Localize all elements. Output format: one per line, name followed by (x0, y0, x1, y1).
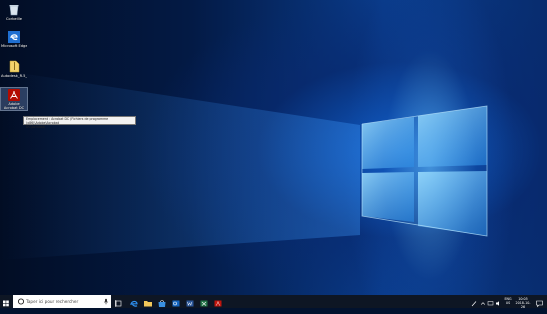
excel-icon (200, 300, 208, 307)
word-icon (186, 300, 194, 307)
tray-network[interactable] (487, 295, 494, 308)
microphone-icon[interactable] (103, 295, 109, 308)
taskbar-word[interactable] (184, 295, 196, 308)
edge-icon (8, 31, 20, 43)
region-code: US (505, 301, 511, 306)
edge-icon (130, 300, 138, 307)
network-icon (487, 301, 494, 306)
tray-people[interactable] (470, 295, 478, 308)
taskbar-store[interactable] (156, 295, 168, 308)
recycle-bin-icon (9, 5, 19, 16)
taskbar: Taper ici pour rechercher ENG US 10:05 2… (0, 295, 547, 310)
zip-folder-icon (9, 60, 19, 73)
tray-show-hidden[interactable] (480, 295, 486, 308)
acrobat-icon (214, 300, 222, 307)
taskbar-search-box[interactable]: Taper ici pour rechercher (13, 295, 111, 308)
desktop-icon-edge[interactable]: Microsoft Edge (1, 31, 27, 48)
tray-clock[interactable]: 10:05 2018-10-26 (514, 295, 532, 310)
start-button[interactable] (0, 295, 12, 308)
desktop-icon-acrobat[interactable]: Adobe Acrobat DC (0, 87, 28, 111)
tray-language[interactable]: ENG US (503, 295, 513, 308)
taskbar-acrobat[interactable] (212, 295, 224, 308)
desktop-wallpaper: Corbeille Microsoft Edge Autodesk_R.5_I.… (0, 0, 547, 295)
windows-logo-wallpaper (0, 70, 488, 260)
notification-icon (536, 300, 543, 308)
search-placeholder: Taper ici pour rechercher (26, 299, 79, 304)
tooltip-line-1: Emplacement : Acrobat DC (Fichiers de pr… (26, 117, 109, 126)
taskbar-file-explorer[interactable] (142, 295, 154, 308)
desktop-icon-label: Autodesk_R.5_I... (1, 74, 27, 78)
outlook-icon (172, 300, 180, 307)
desktop-icon-label: Adobe Acrobat DC (3, 102, 25, 111)
windows-start-icon (3, 300, 9, 307)
icon-tooltip: Emplacement : Acrobat DC (Fichiers de pr… (23, 116, 136, 129)
chevron-up-icon (480, 302, 486, 305)
task-view-icon (115, 300, 122, 307)
desktop-icon-label: Corbeille (6, 17, 22, 21)
cortana-circle-icon (17, 298, 25, 305)
tooltip-line-2: DC\Acrobat) (26, 125, 46, 130)
clock-date: 2018-10-26 (515, 301, 531, 310)
acrobat-icon (8, 89, 20, 101)
action-center-button[interactable] (534, 295, 545, 308)
store-icon (158, 300, 166, 307)
taskbar-outlook[interactable] (170, 295, 182, 308)
folder-icon (144, 301, 152, 307)
taskbar-edge[interactable] (128, 295, 140, 308)
tray-volume[interactable] (495, 295, 502, 308)
pen-workspace-icon (471, 301, 477, 307)
taskbar-task-view[interactable] (113, 295, 124, 308)
speaker-icon (496, 301, 499, 306)
desktop-icon-recycle-bin[interactable]: Corbeille (1, 3, 27, 21)
desktop-icon-label: Microsoft Edge (1, 44, 27, 48)
desktop-icon-autodesk-zip[interactable]: Autodesk_R.5_I... (1, 60, 27, 78)
taskbar-excel[interactable] (198, 295, 210, 308)
